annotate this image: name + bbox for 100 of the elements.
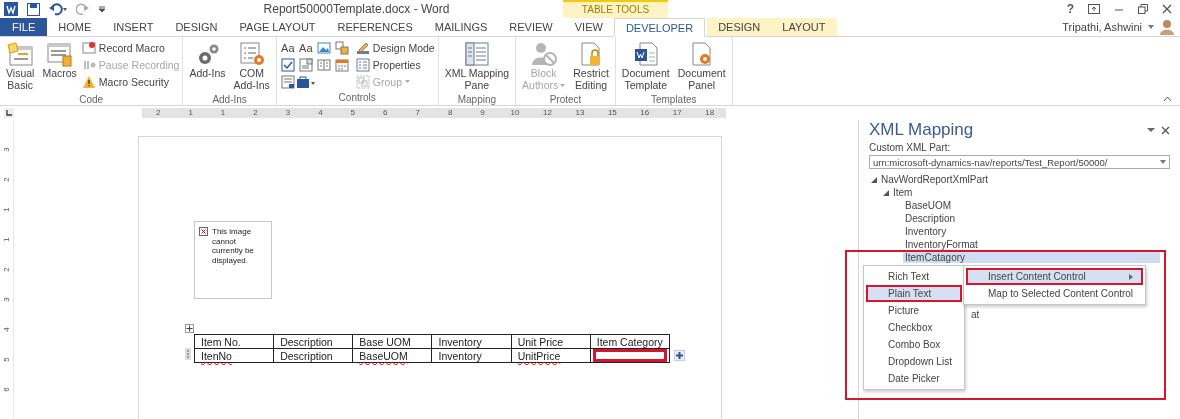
- date-picker-icon: [334, 58, 349, 72]
- ruler-number: 3: [2, 146, 11, 152]
- ribbon-button[interactable]: Macro Security: [81, 74, 180, 89]
- ruler-number: 7: [414, 108, 421, 118]
- ruler-number: 5: [349, 108, 357, 118]
- ribbon-tab[interactable]: FILE: [0, 18, 48, 36]
- ribbon-tab[interactable]: HOME: [47, 18, 103, 36]
- ruler-number: 9: [479, 108, 486, 118]
- table-header-cell: Item No.: [194, 334, 274, 349]
- ribbon-tab[interactable]: REVIEW: [498, 18, 564, 36]
- ruler-number: 2: [2, 267, 11, 272]
- close-icon[interactable]: [1161, 125, 1170, 135]
- ruler-number: 17: [671, 108, 683, 118]
- menu-item[interactable]: Combo Box: [866, 336, 962, 353]
- checklist-gear-icon: [237, 41, 266, 67]
- group-label: Templates: [649, 93, 698, 107]
- xml-part-dropdown[interactable]: urn:microsoft-dynamics-nav/reports/Test_Report/50000/: [869, 155, 1170, 169]
- table-header-cell: Unit Price: [511, 334, 591, 349]
- code-window-icon: [6, 41, 35, 67]
- expanded-triangle-icon[interactable]: [871, 176, 877, 183]
- ribbon-button[interactable]: Document Panel: [674, 39, 729, 93]
- tree-item[interactable]: NavWordReportXmlPart: [879, 174, 991, 185]
- menu-item[interactable]: Dropdown List: [866, 353, 962, 370]
- panel-list-icon: [462, 41, 491, 67]
- table-cell: Description: [273, 348, 353, 363]
- restore-icon[interactable]: [1138, 4, 1148, 14]
- ribbon-button[interactable]: Visual Basic: [3, 39, 38, 93]
- tree-item[interactable]: Description: [903, 213, 958, 224]
- pane-title: XML Mapping: [869, 120, 975, 140]
- tree-item[interactable]: Item: [891, 187, 915, 198]
- ruler-number: 12: [542, 108, 553, 118]
- menu-item[interactable]: Date Picker: [866, 370, 962, 387]
- menu-item[interactable]: Plain Text: [866, 285, 962, 302]
- menu-item[interactable]: Map to Selected Content Control: [966, 285, 1144, 302]
- collapse-ribbon-icon[interactable]: [1163, 96, 1172, 102]
- user-name[interactable]: Tripathi, Ashwini: [1062, 21, 1142, 33]
- ruler-number: 3: [2, 297, 11, 302]
- menu-item[interactable]: Rich Text: [866, 268, 962, 285]
- ribbon-button[interactable]: Design Mode: [355, 40, 435, 55]
- caret-icon[interactable]: [1148, 25, 1154, 29]
- save-icon[interactable]: [27, 2, 40, 16]
- tree-item[interactable]: ItemCatagory: [903, 252, 1160, 263]
- ribbon-tab[interactable]: LAYOUT: [771, 18, 837, 36]
- combo-box-icon: [298, 58, 313, 72]
- ribbon-tab[interactable]: DESIGN: [707, 18, 772, 36]
- ribbon-button[interactable]: COM Add-Ins: [230, 39, 273, 93]
- close-icon[interactable]: [1162, 4, 1172, 14]
- ribbon-tab[interactable]: DESIGN: [164, 18, 229, 36]
- ribbon-button[interactable]: Document Template: [618, 39, 673, 93]
- row-handle-icon[interactable]: [185, 348, 191, 360]
- tab-stop-icon[interactable]: [4, 108, 14, 118]
- table-cell: Inventory: [431, 348, 512, 363]
- ruler-number: 10: [509, 108, 521, 118]
- table-cell: ItenNo: [194, 348, 274, 363]
- tab-group-label: TABLE TOOLS: [563, 0, 668, 18]
- ribbon-tab[interactable]: DEVELOPER: [613, 18, 706, 37]
- avatar-icon: [1160, 19, 1174, 35]
- ribbon-tab[interactable]: VIEW: [563, 18, 614, 36]
- table-header-cell: Item Category: [590, 334, 670, 349]
- ruler-number: 3: [284, 108, 292, 118]
- customize-caret-icon[interactable]: [98, 5, 106, 13]
- ribbon-button[interactable]: XML Mapping Pane: [441, 39, 513, 93]
- ribbon-tab[interactable]: PAGE LAYOUT: [228, 18, 327, 36]
- menu-item[interactable]: Checkbox: [866, 319, 962, 336]
- ruler-number: 4: [2, 327, 11, 332]
- help-button[interactable]: ?: [1066, 2, 1074, 16]
- content-control-button[interactable]: Aa: [279, 40, 296, 56]
- tree-item[interactable]: Inventory: [903, 226, 949, 237]
- ruler-number: 15: [606, 108, 618, 118]
- ribbon-button[interactable]: Macros: [39, 39, 80, 93]
- person-block-icon: [529, 41, 558, 67]
- ruler-number: 1: [2, 207, 11, 212]
- ribbon-tab[interactable]: REFERENCES: [326, 18, 424, 36]
- content-control-button[interactable]: Aa: [297, 40, 314, 56]
- table-cell: BaseUOM: [352, 348, 432, 363]
- group-label: Protect: [548, 93, 583, 107]
- tree-item[interactable]: BaseUOM: [903, 200, 954, 211]
- ribbon-button[interactable]: Add-Ins: [186, 39, 229, 93]
- tree-item[interactable]: InventoryFormat: [903, 239, 980, 250]
- ruler-number: 2: [155, 108, 162, 118]
- add-row-icon[interactable]: [674, 350, 685, 361]
- group-icon: [355, 74, 370, 89]
- ribbon-tab[interactable]: INSERT: [102, 18, 165, 36]
- ribbon-button[interactable]: Restrict Editing: [570, 39, 612, 93]
- ruler[interactable]: 2 1 1 2 3 4 5 6 7 8 9 10 12 13 15 16 17 18: [142, 108, 726, 118]
- menu-item[interactable]: Insert Content Control: [966, 268, 1144, 285]
- ruler-number: 6: [2, 387, 11, 393]
- ribbon-display-icon[interactable]: [1088, 4, 1100, 14]
- expanded-triangle-icon[interactable]: [883, 189, 889, 196]
- ruler-number: 4: [317, 108, 324, 118]
- undo-icon[interactable]: [49, 2, 67, 16]
- ribbon-button[interactable]: Record Macro: [81, 40, 180, 55]
- menu-item[interactable]: Picture: [866, 302, 962, 319]
- tree-item[interactable]: at: [969, 309, 982, 320]
- ribbon-button[interactable]: Properties: [355, 57, 435, 72]
- table-move-handle-icon[interactable]: [185, 324, 194, 333]
- ribbon-tab[interactable]: MAILINGS: [423, 18, 499, 36]
- toolbox-dropdown-icon: [295, 75, 316, 89]
- pane-options-icon[interactable]: [1147, 127, 1155, 133]
- image-error-text: This image cannot currently be displayed.: [212, 227, 255, 267]
